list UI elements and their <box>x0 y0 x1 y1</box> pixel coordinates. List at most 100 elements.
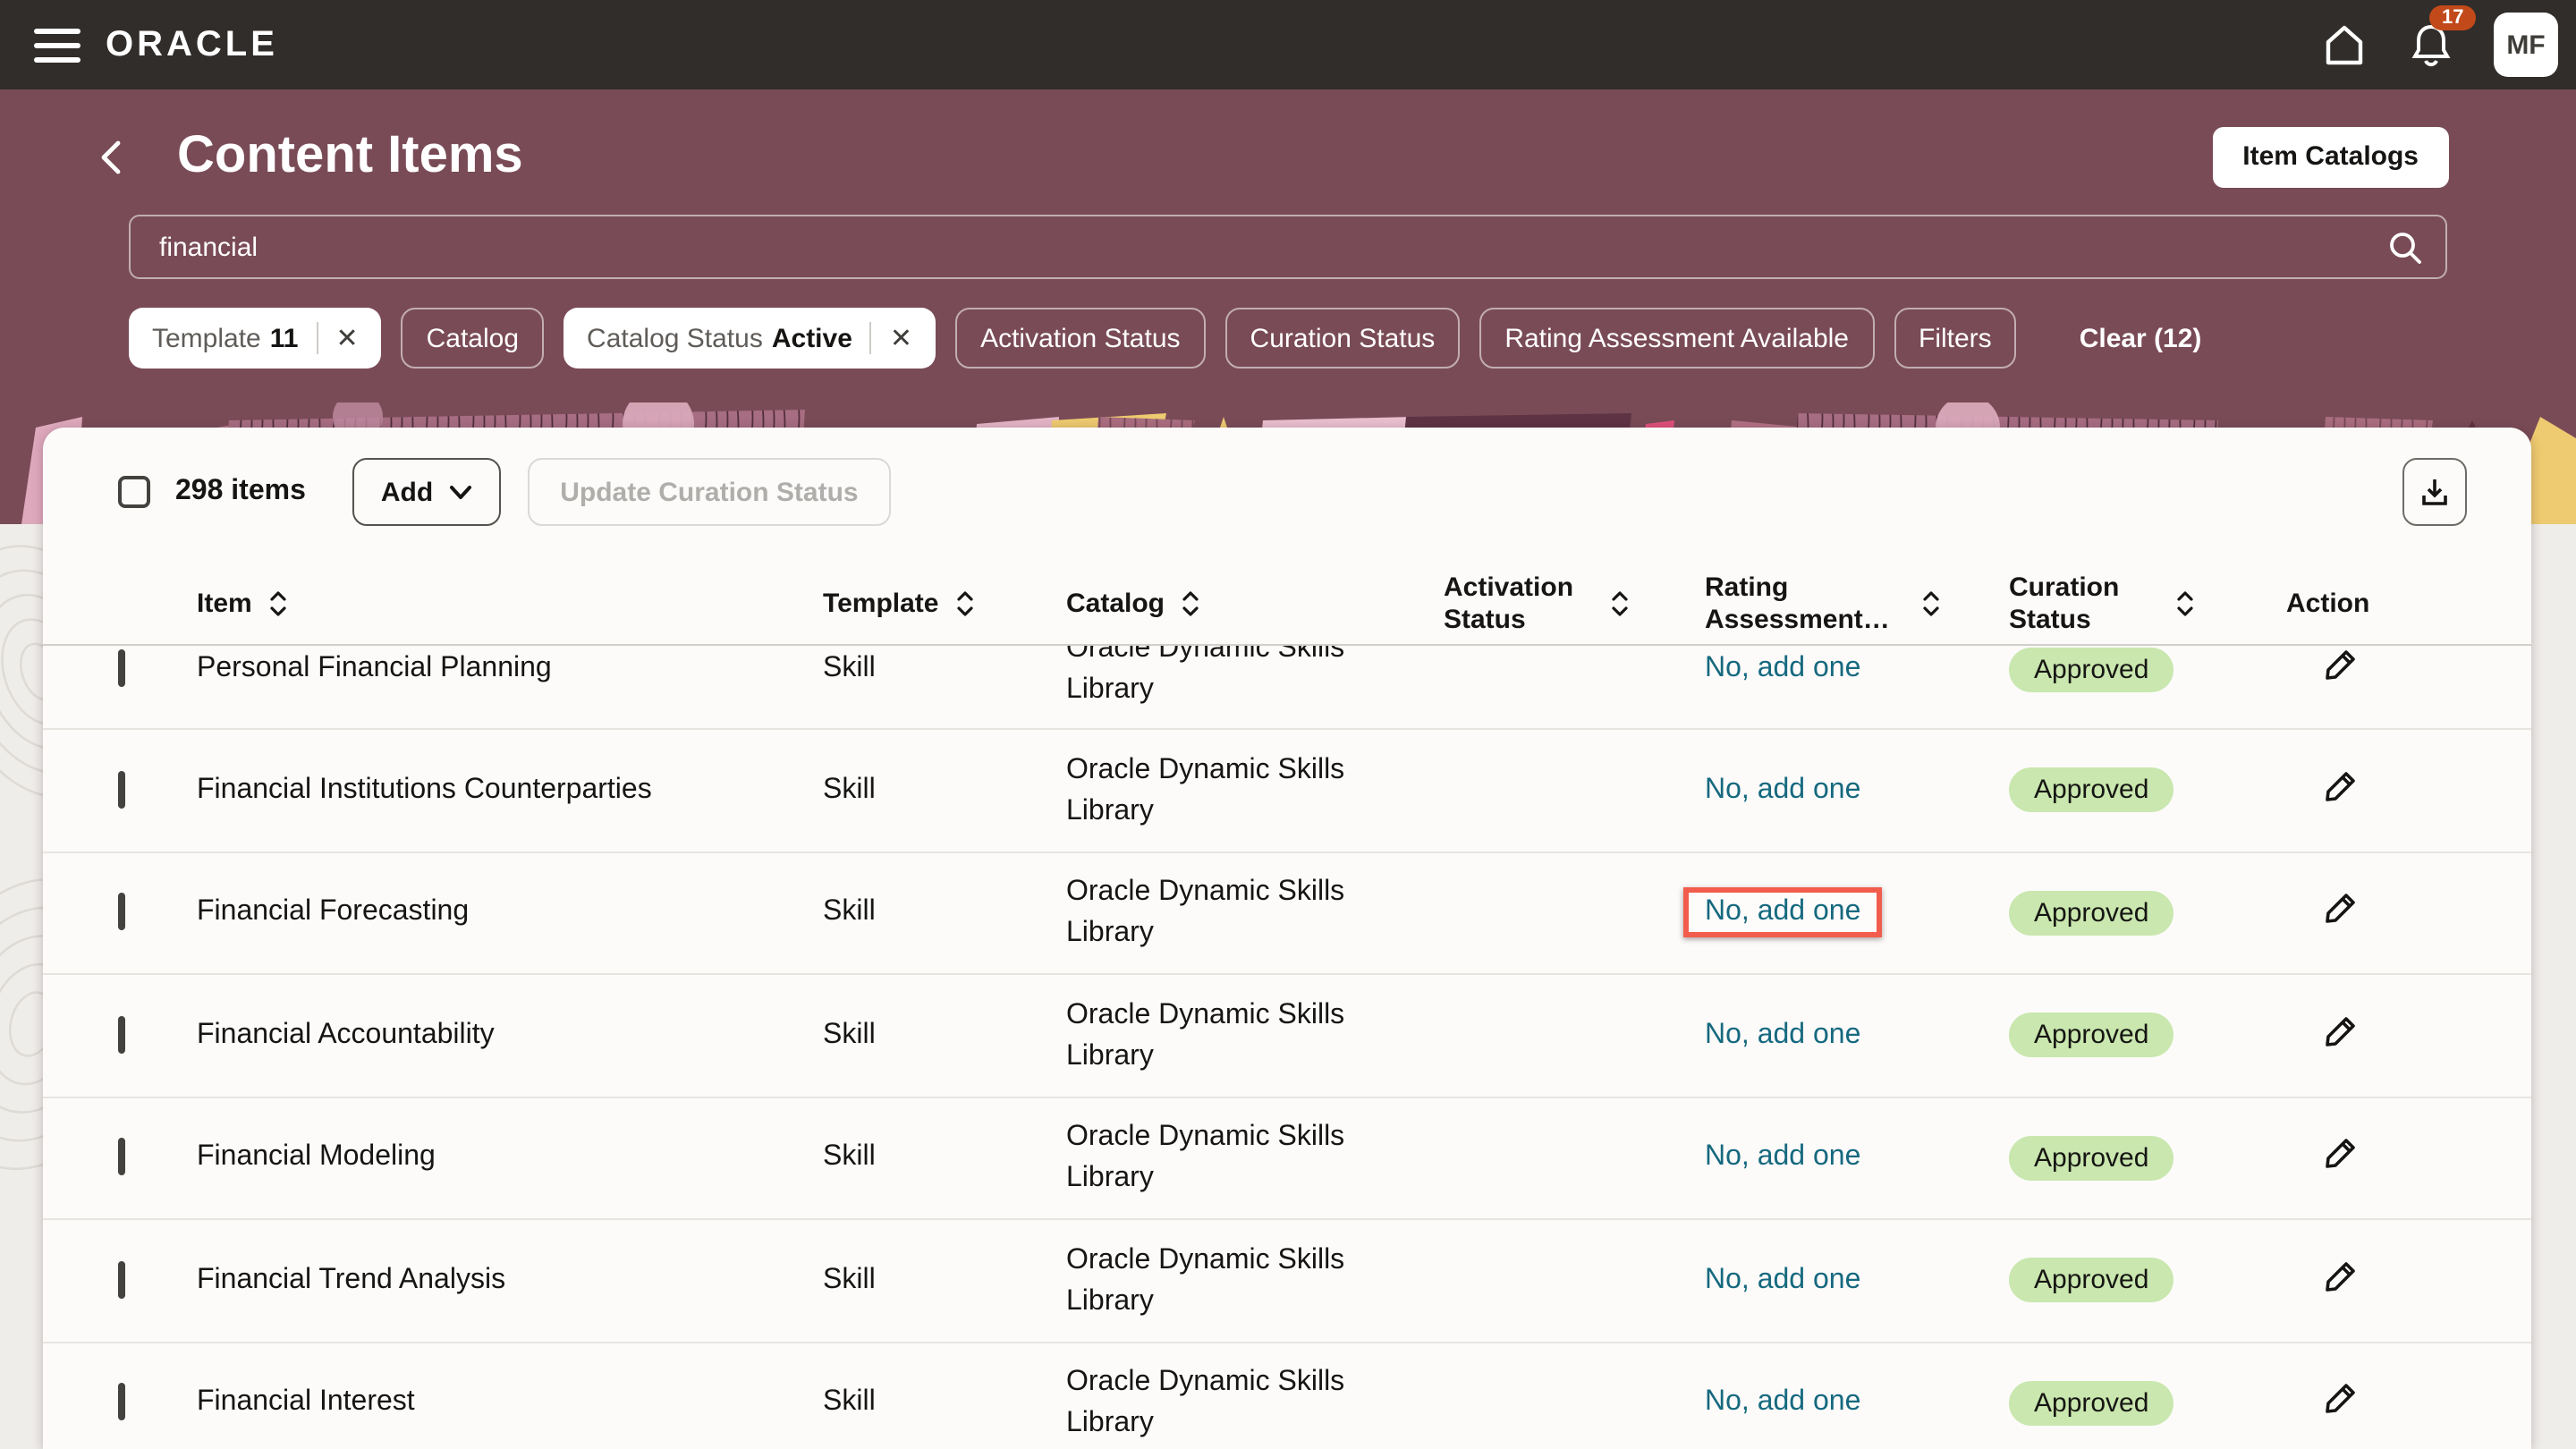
pencil-icon <box>2322 1013 2360 1050</box>
item-name-cell: Personal Financial Planning <box>197 653 823 685</box>
template-cell: Skill <box>823 897 1066 929</box>
sort-icon[interactable] <box>1610 589 1630 619</box>
back-button[interactable] <box>98 137 123 176</box>
action-cell <box>2286 1013 2531 1059</box>
sort-icon[interactable] <box>2175 589 2195 619</box>
rating-assessment-cell: No, add one <box>1705 775 2009 807</box>
oracle-logo: ORACLE <box>106 24 278 65</box>
action-cell <box>2286 767 2531 814</box>
rating-assessment-link[interactable]: No, add one <box>1705 1142 1860 1173</box>
rating-assessment-cell: No, add one <box>1705 888 2009 938</box>
chip-remove-icon[interactable]: ✕ <box>335 325 358 352</box>
chip-label: Curation Status <box>1250 323 1436 353</box>
pencil-icon <box>2322 890 2360 928</box>
filter-chip-activation-status[interactable]: Activation Status <box>955 308 1205 369</box>
clear-filters-link[interactable]: Clear (12) <box>2080 323 2202 353</box>
home-button[interactable] <box>2320 21 2368 69</box>
column-header-catalog[interactable]: Catalog <box>1066 588 1444 620</box>
update-curation-status-button[interactable]: Update Curation Status <box>528 458 890 526</box>
rating-assessment-link[interactable]: No, add one <box>1705 1387 1860 1418</box>
rating-assessment-link[interactable]: No, add one <box>1705 653 1860 683</box>
page-header: Content Items Item Catalogs Template11✕C… <box>0 89 2576 402</box>
filter-chip-rating-assessment-available[interactable]: Rating Assessment Available <box>1479 308 1874 369</box>
curation-status-badge: Approved <box>2009 647 2174 691</box>
action-cell <box>2286 1135 2531 1182</box>
hamburger-menu-icon[interactable] <box>34 28 80 62</box>
notifications-button[interactable]: 17 <box>2408 21 2454 69</box>
chip-label: Rating Assessment Available <box>1504 323 1849 353</box>
row-checkbox[interactable] <box>118 771 125 809</box>
table-body: Personal Financial Planning Skill Oracle D… <box>43 646 2531 1449</box>
table-row: Financial AccountabilitySkillOracle Dyna… <box>43 975 2531 1097</box>
column-header-activation-status[interactable]: Activation Status <box>1444 572 1705 636</box>
item-name-cell: Financial Modeling <box>197 1142 823 1174</box>
action-cell <box>2286 890 2531 936</box>
rating-assessment-link[interactable]: No, add one <box>1705 897 1860 928</box>
chip-value: 11 <box>270 323 299 353</box>
item-catalogs-button[interactable]: Item Catalogs <box>2212 126 2449 187</box>
sort-icon[interactable] <box>268 589 288 619</box>
template-cell: Skill <box>823 1142 1066 1174</box>
rating-assessment-cell: No, add one <box>1705 1142 2009 1174</box>
row-checkbox[interactable] <box>118 1384 125 1421</box>
column-header-curation-status[interactable]: Curation Status <box>2009 572 2286 636</box>
table-row: Financial ModelingSkillOracle Dynamic Sk… <box>43 1097 2531 1220</box>
column-header-template[interactable]: Template <box>823 588 1066 620</box>
edit-button[interactable] <box>2322 1380 2360 1418</box>
page-title: Content Items <box>177 127 523 186</box>
search-icon[interactable] <box>2386 229 2424 275</box>
catalog-cell: Oracle Dynamic Skills Library <box>1066 995 1388 1077</box>
filter-chip-template[interactable]: Template11✕ <box>129 308 382 369</box>
column-header-label: Template <box>823 588 939 620</box>
rating-assessment-link[interactable]: No, add one <box>1705 1020 1860 1050</box>
column-header-label: Action <box>2286 588 2369 620</box>
filter-chip-curation-status[interactable]: Curation Status <box>1225 308 1461 369</box>
topbar-actions: 17 MF <box>2320 13 2558 77</box>
item-name-cell: Financial Trend Analysis <box>197 1265 823 1297</box>
chip-divider <box>316 322 318 354</box>
search-input[interactable] <box>129 215 2447 279</box>
edit-button[interactable] <box>2322 646 2360 683</box>
download-button[interactable] <box>2402 458 2467 526</box>
curation-status-badge: Approved <box>2009 768 2174 813</box>
item-name-cell: Financial Institutions Counterparties <box>197 775 823 807</box>
row-checkbox[interactable] <box>118 649 125 687</box>
chip-remove-icon[interactable]: ✕ <box>890 325 912 352</box>
table-row: Financial Institutions CounterpartiesSki… <box>43 730 2531 852</box>
catalog-cell: Oracle Dynamic Skills Library <box>1066 646 1388 710</box>
rating-assessment-link[interactable]: No, add one <box>1705 775 1860 805</box>
edit-button[interactable] <box>2322 1258 2360 1295</box>
edit-button[interactable] <box>2322 767 2360 805</box>
back-chevron-icon <box>98 137 123 176</box>
column-header-item[interactable]: Item <box>197 588 823 620</box>
edit-button[interactable] <box>2322 1135 2360 1173</box>
select-all-checkbox[interactable] <box>118 476 150 508</box>
sort-icon[interactable] <box>1181 589 1200 619</box>
filter-chip-filters[interactable]: Filters <box>1894 308 2017 369</box>
table-row: Financial Trend AnalysisSkillOracle Dyna… <box>43 1220 2531 1343</box>
sort-icon[interactable] <box>955 589 975 619</box>
column-header-rating-assessment[interactable]: Rating Assessment… <box>1705 572 2009 636</box>
item-name-cell: Financial Accountability <box>197 1020 823 1052</box>
edit-button[interactable] <box>2322 1013 2360 1050</box>
rating-assessment-cell: No, add one <box>1705 1265 2009 1297</box>
row-checkbox[interactable] <box>118 1016 125 1054</box>
action-cell <box>2286 1380 2531 1427</box>
chip-label: Catalog Status <box>587 323 763 353</box>
filter-chip-catalog-status[interactable]: Catalog StatusActive✕ <box>564 308 936 369</box>
add-button[interactable]: Add <box>352 458 501 526</box>
sort-icon[interactable] <box>1921 589 1941 619</box>
row-checkbox[interactable] <box>118 1139 125 1176</box>
edit-button[interactable] <box>2322 890 2360 928</box>
rating-assessment-cell: No, add one <box>1705 1020 2009 1052</box>
row-checkbox[interactable] <box>118 894 125 931</box>
row-checkbox[interactable] <box>118 1261 125 1299</box>
table-row: Financial ForecastingSkillOracle Dynamic… <box>43 852 2531 975</box>
column-header-label: Item <box>197 588 252 620</box>
pencil-icon <box>2322 646 2360 683</box>
avatar[interactable]: MF <box>2494 13 2558 77</box>
filter-chip-catalog[interactable]: Catalog <box>402 308 544 369</box>
template-cell: Skill <box>823 775 1066 807</box>
pencil-icon <box>2322 1135 2360 1173</box>
rating-assessment-link[interactable]: No, add one <box>1705 1265 1860 1295</box>
